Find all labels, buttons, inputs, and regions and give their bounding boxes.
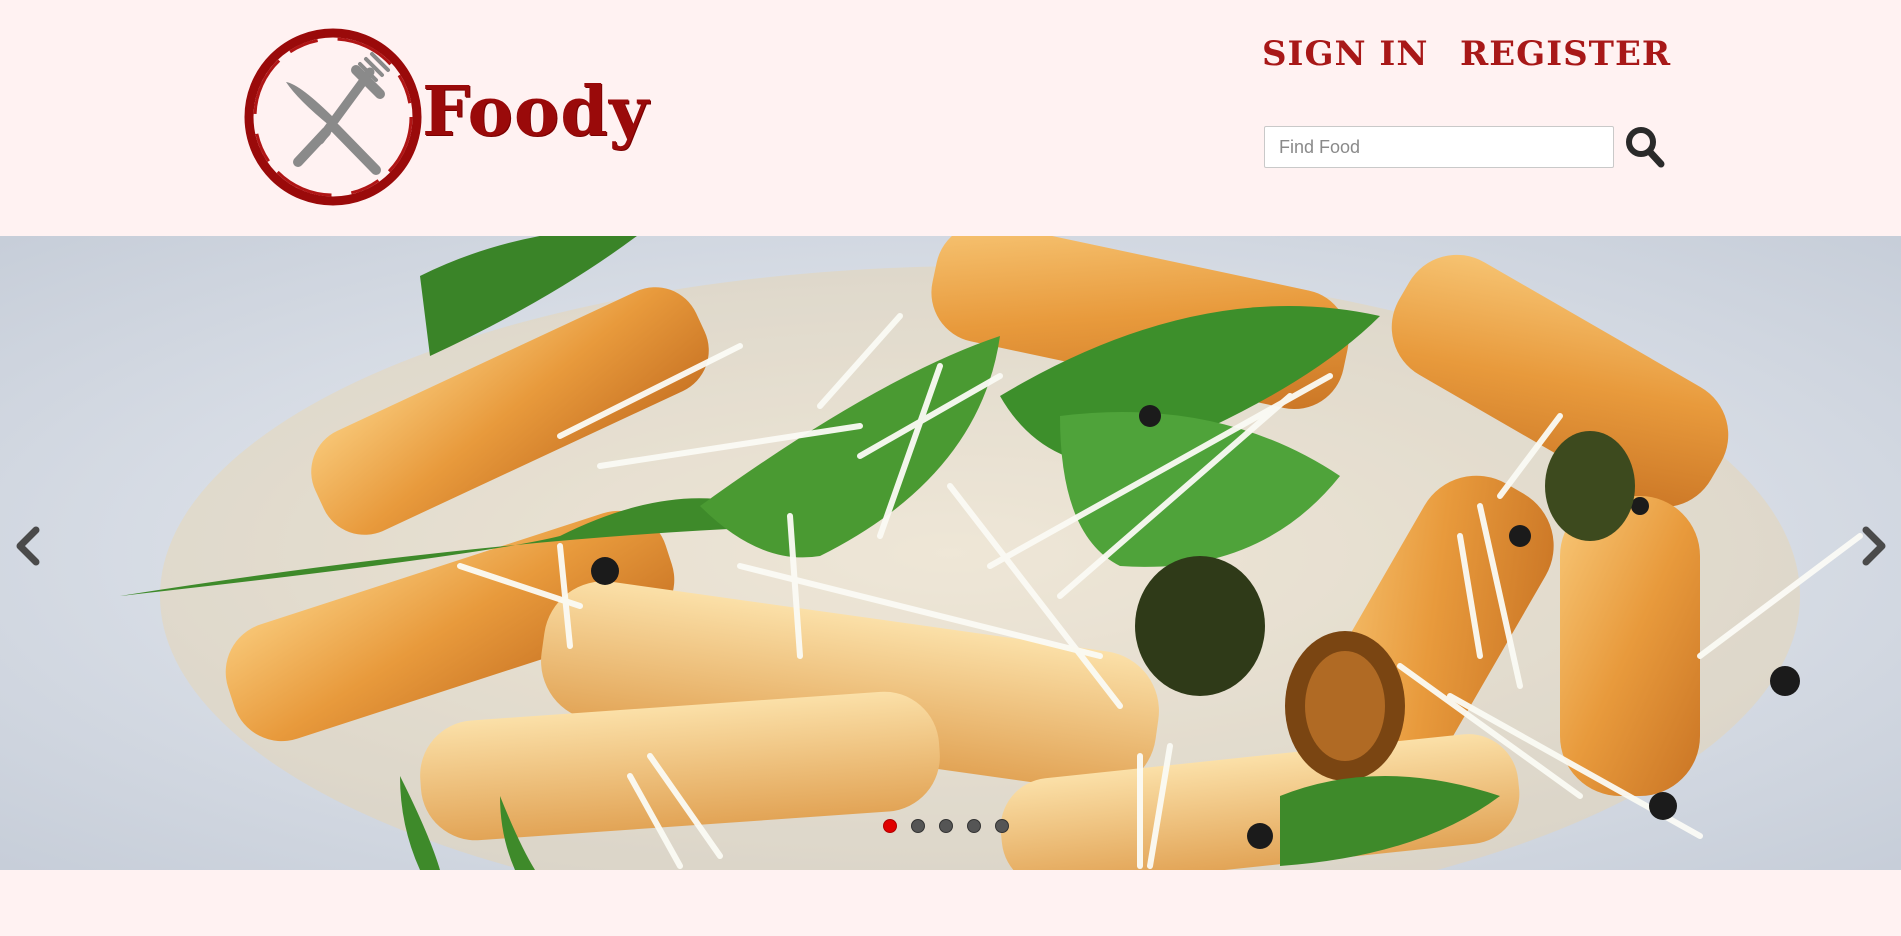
search-button[interactable]	[1624, 124, 1668, 170]
fork-knife-icon	[244, 28, 422, 206]
search-icon	[1626, 127, 1665, 168]
sign-in-link[interactable]: SIGN IN	[1262, 30, 1428, 78]
carousel-next-button[interactable]	[1854, 516, 1894, 576]
chevron-right-icon	[1862, 526, 1886, 566]
brand-logo[interactable]: Foody	[238, 22, 670, 212]
carousel-slide-image	[0, 236, 1901, 870]
brand-name: Foody	[422, 72, 650, 152]
register-link[interactable]: REGISTER	[1460, 30, 1671, 78]
carousel-indicators	[883, 819, 1009, 833]
carousel-prev-button[interactable]	[8, 516, 48, 576]
carousel-indicator-dot[interactable]	[967, 819, 981, 833]
search-input[interactable]	[1264, 126, 1614, 168]
carousel-indicator-dot[interactable]	[939, 819, 953, 833]
carousel-indicator-dot[interactable]	[883, 819, 897, 833]
chevron-left-icon	[16, 526, 40, 566]
page-bottom	[0, 870, 1901, 936]
carousel-indicator-dot[interactable]	[995, 819, 1009, 833]
carousel-indicator-dot[interactable]	[911, 819, 925, 833]
header: Foody SIGN IN REGISTER	[0, 0, 1901, 236]
hero-carousel[interactable]	[0, 236, 1901, 870]
